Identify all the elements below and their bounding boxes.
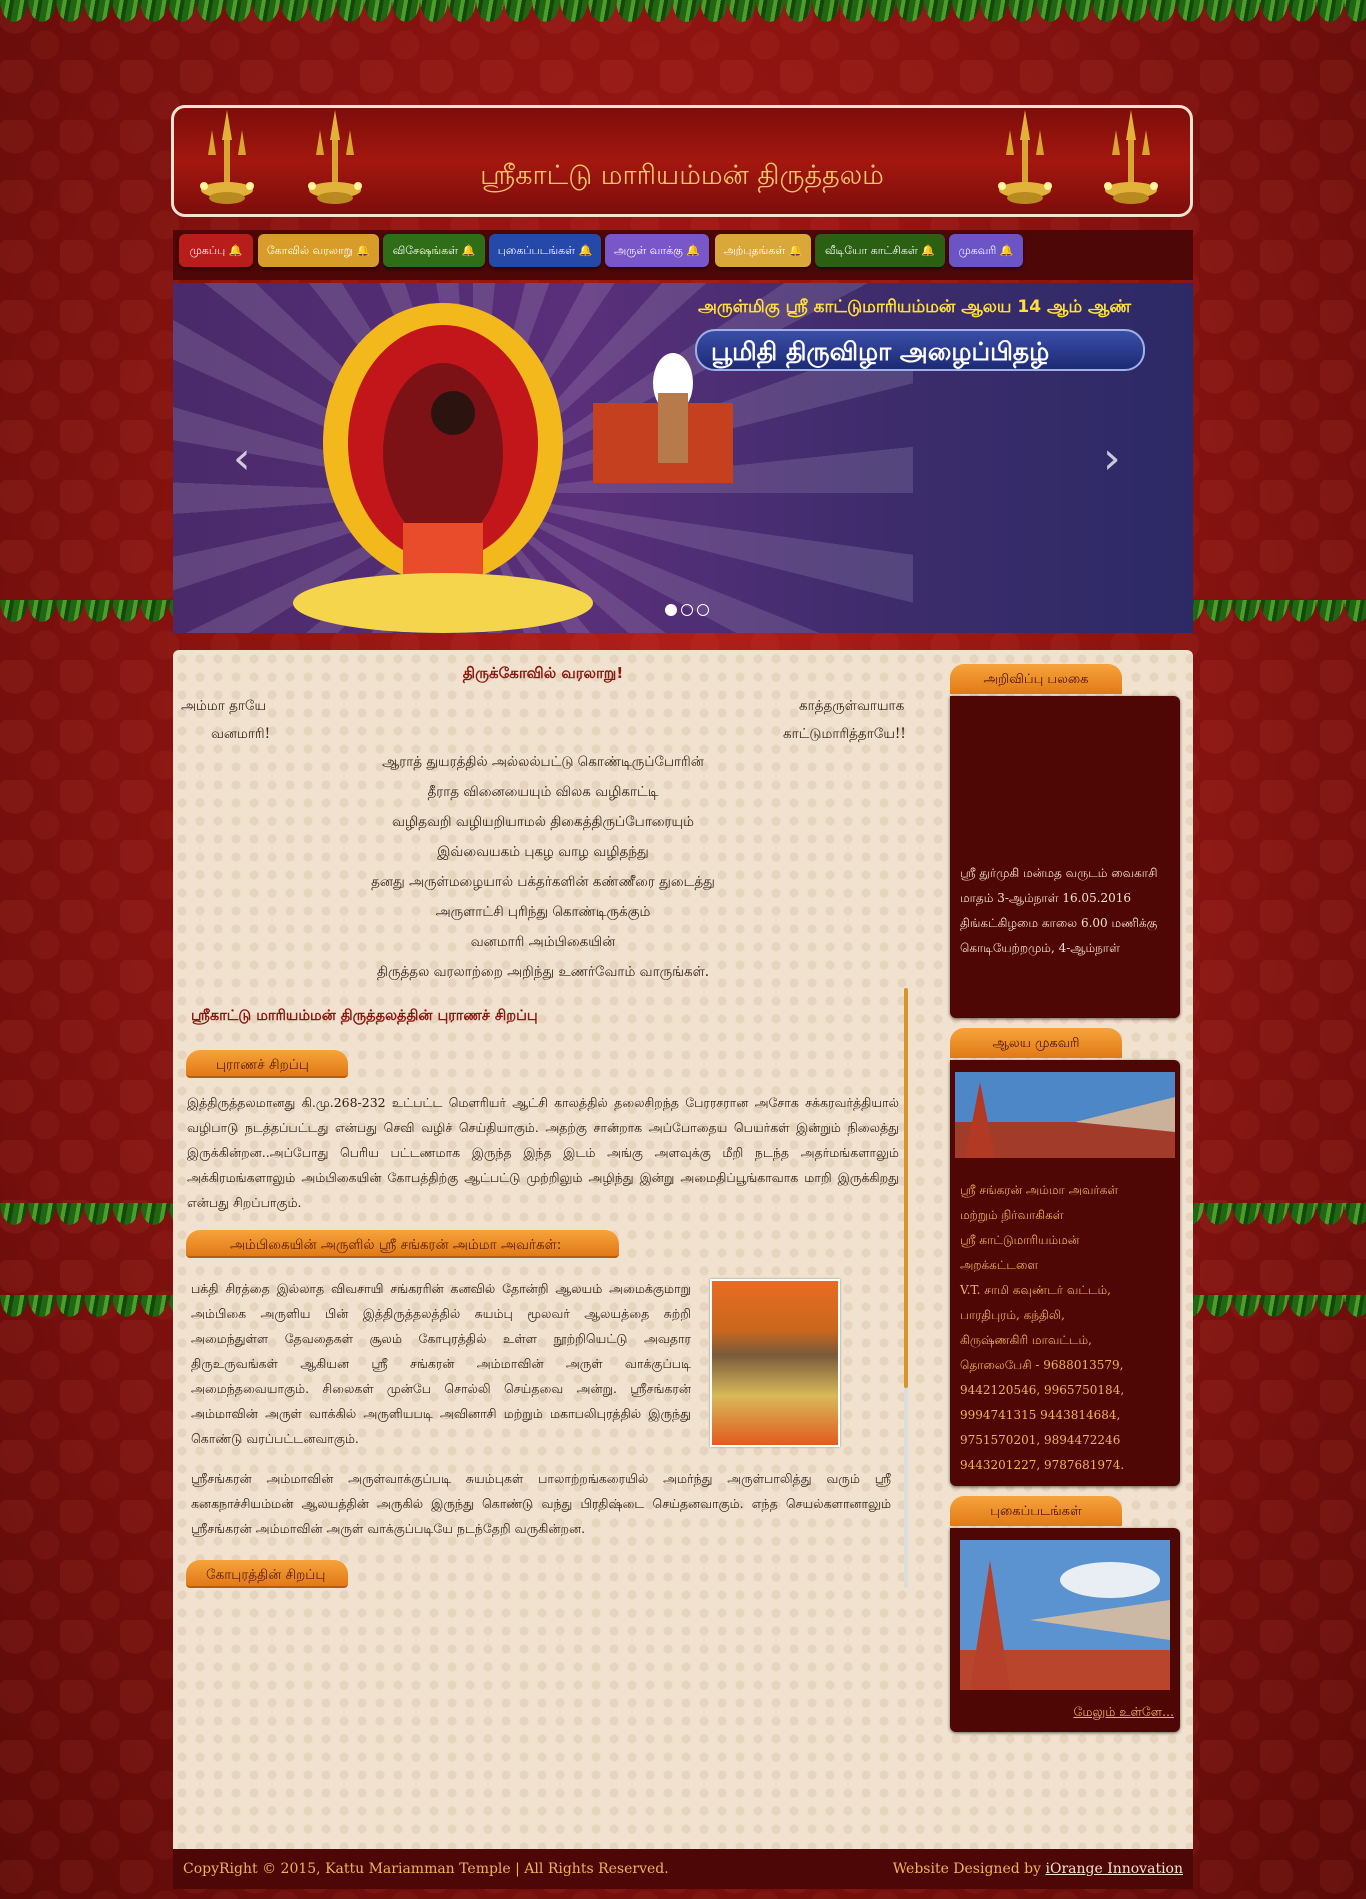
notice-text: ஸ்ரீ துர்முகி மன்மத வருடம் வைகாசி மாதம் …: [960, 866, 1158, 955]
poem-line: திருத்தல வரலாற்றை அறிந்து உணர்வோம் வாருங…: [376, 964, 710, 980]
nav-item-miracles[interactable]: அற்புதங்கள் 🔔: [715, 234, 811, 267]
footer: CopyRight © 2015, Kattu Mariamman Temple…: [173, 1849, 1193, 1889]
address-line: ஸ்ரீ காட்டுமாரியம்மன்: [960, 1233, 1080, 1247]
address-line: ஸ்ரீ சங்கரன் அம்மா அவர்கள்: [960, 1183, 1119, 1197]
poem-line: அம்மா தாயே: [181, 698, 267, 714]
section-paragraph: பக்தி சிரத்தை இல்லாத விவசாயி சங்கரரின் க…: [191, 1281, 691, 1446]
address-line: 9442120546, 9965750184,: [960, 1383, 1125, 1397]
nav-label: வீடியோ காட்சிகள்: [824, 244, 918, 257]
designer-link[interactable]: iOrange Innovation: [1045, 1861, 1183, 1877]
copyright-text: CopyRight © 2015, Kattu Mariamman Temple…: [183, 1861, 669, 1877]
slider-next-button[interactable]: ›: [1103, 433, 1121, 484]
address-lines: ஸ்ரீ சங்கரன் அம்மா அவர்கள் மற்றும் நிர்வ…: [960, 1178, 1124, 1478]
lamp-icon: [998, 110, 1052, 204]
poem-line: ஆராத் துயரத்தில் அல்லல்பட்டு கொண்டிருப்ப…: [382, 754, 704, 770]
slider-prev-button[interactable]: ‹: [233, 433, 251, 484]
address-line: தொலைபேசி - 9688013579,: [960, 1358, 1124, 1372]
scrollbar-thumb[interactable]: [904, 988, 908, 1388]
nav-item-specials[interactable]: விசேஷங்கள் 🔔: [383, 234, 485, 267]
poem-line: வழிதவறி வழியறியாமல் திகைத்திருப்போரையும்: [392, 814, 694, 830]
top-garland: [0, 0, 1366, 30]
bell-icon: 🔔: [686, 244, 701, 257]
content-area: திருக்கோவில் வரலாறு! அம்மா தாயே காத்தருள…: [173, 650, 1193, 1849]
poem-line: இவ்வையகம் புகழ வாழ வழிதந்து: [437, 844, 649, 860]
nav-label: புகைப்படங்கள்: [497, 244, 576, 257]
section-tab: புராணச் சிறப்பு: [186, 1050, 348, 1078]
nav-item-photos[interactable]: புகைப்படங்கள் 🔔: [489, 234, 601, 267]
address-line: 9994741315 9443814684,: [960, 1408, 1121, 1422]
nav-item-videos[interactable]: வீடியோ காட்சிகள் 🔔: [815, 234, 945, 267]
image-slider[interactable]: அருள்மிகு ஸ்ரீ காட்டுமாரியம்மன் ஆலய 14 ஆ…: [173, 283, 1193, 633]
nav-label: கோவில் வரலாறு: [266, 244, 353, 257]
notice-board-title: அறிவிப்பு பலகை: [950, 664, 1122, 694]
address-line: பாரதிபுரம், கந்திலி,: [960, 1308, 1065, 1322]
address-box: ஸ்ரீ சங்கரன் அம்மா அவர்கள் மற்றும் நிர்வ…: [950, 1060, 1180, 1486]
more-photos-link[interactable]: மேலும் உள்ளே...: [1073, 1704, 1174, 1721]
nav-item-address[interactable]: முகவரி 🔔: [949, 234, 1023, 267]
poem-line: வனமாரி!: [211, 726, 271, 742]
bell-icon: 🔔: [228, 244, 243, 257]
designed-by-text: Website Designed by: [892, 1861, 1042, 1877]
section-title: ஸ்ரீகாட்டு மாரியம்மன் திருத்தலத்தின் புர…: [191, 1008, 538, 1024]
address-line: 9751570201, 9894472246: [960, 1433, 1121, 1447]
bell-icon: 🔔: [999, 244, 1014, 257]
poem-line: வனமாரி அம்பிகையின்: [470, 934, 616, 950]
address-line: மற்றும் நிர்வாகிகள்: [960, 1208, 1064, 1222]
poem-line: தனது அருள்மழையால் பக்தர்களின் கண்ணீரை து…: [371, 874, 715, 890]
address-title: ஆலய முகவரி: [950, 1028, 1122, 1058]
address-line: கிருஷ்ணகிரி மாவட்டம்,: [960, 1333, 1092, 1347]
nav-item-oracle[interactable]: அருள் வாக்கு 🔔: [605, 234, 709, 267]
slider-dot[interactable]: [697, 604, 709, 616]
deity-image: [293, 303, 593, 633]
temple-image: [955, 1072, 1175, 1158]
sankaran-amma-photo: [710, 1279, 840, 1447]
notice-board: ஸ்ரீ துர்முகி மன்மத வருடம் வைகாசி மாதம் …: [950, 696, 1180, 1018]
poem-line: அருளாட்சி புரிந்து கொண்டிருக்கும்: [435, 904, 651, 920]
nav-item-temple-history[interactable]: கோவில் வரலாறு 🔔: [258, 234, 379, 267]
bell-icon: 🔔: [788, 244, 803, 257]
address-line: V.T. சாமி கவுண்டர் வட்டம்,: [960, 1283, 1111, 1297]
section-tab: அம்பிகையின் அருளில் ஸ்ரீ சங்கரன் அம்மா அ…: [186, 1230, 619, 1258]
slider-dot[interactable]: [681, 604, 693, 616]
temple-photo[interactable]: [960, 1540, 1170, 1690]
nav-label: முகப்பு: [189, 244, 226, 257]
main-nav: முகப்பு 🔔 கோவில் வரலாறு 🔔 விசேஷங்கள் 🔔 ப…: [173, 230, 1193, 280]
nav-label: அருள் வாக்கு: [613, 244, 683, 257]
history-title: திருக்கோவில் வரலாறு!: [462, 664, 624, 682]
poem-line: காட்டுமாரித்தாயே!!: [783, 726, 906, 742]
slide-title: பூமிதி திருவிழா அழைப்பிதழ்: [695, 329, 1145, 371]
lamp-icon: [1104, 110, 1158, 204]
bell-icon: 🔔: [356, 244, 371, 257]
photos-box: மேலும் உள்ளே...: [950, 1528, 1180, 1732]
slider-dot[interactable]: [665, 604, 677, 616]
nav-label: அற்புதங்கள்: [723, 244, 786, 257]
nav-label: முகவரி: [958, 244, 997, 257]
section-tab: கோபுரத்தின் சிறப்பு: [186, 1560, 348, 1588]
bell-icon: 🔔: [578, 244, 593, 257]
slider-dots: [663, 601, 711, 620]
poem-line: காத்தருள்வாயாக: [799, 698, 905, 714]
bell-icon: 🔔: [461, 244, 476, 257]
poem-line: தீராத வினையையும் விலக வழிகாட்டி: [427, 784, 659, 800]
address-line: அறக்கட்டளை: [960, 1258, 1039, 1272]
site-header: ஸ்ரீகாட்டு மாரியம்மன் திருத்தலம்: [171, 105, 1193, 217]
bell-icon: 🔔: [921, 244, 936, 257]
sidebar: அறிவிப்பு பலகை ஸ்ரீ துர்முகி மன்மத வருடம…: [950, 664, 1182, 1764]
nav-label: விசேஷங்கள்: [392, 244, 459, 257]
photos-title: புகைப்படங்கள்: [950, 1496, 1122, 1526]
address-line: 9443201227, 9787681974.: [960, 1458, 1125, 1472]
section-paragraph: ஸ்ரீசங்கரன் அம்மாவின் அருள்வாக்குப்படி ச…: [191, 1471, 891, 1536]
slide-subtitle: அருள்மிகு ஸ்ரீ காட்டுமாரியம்மன் ஆலய 14 ஆ…: [698, 297, 1132, 317]
section-paragraph: இத்திருத்தலமானது கி.மு.268-232 உட்பட்ட ம…: [187, 1095, 899, 1210]
nav-item-home[interactable]: முகப்பு 🔔: [179, 234, 253, 267]
main-column: திருக்கோவில் வரலாறு! அம்மா தாயே காத்தருள…: [173, 650, 923, 1849]
